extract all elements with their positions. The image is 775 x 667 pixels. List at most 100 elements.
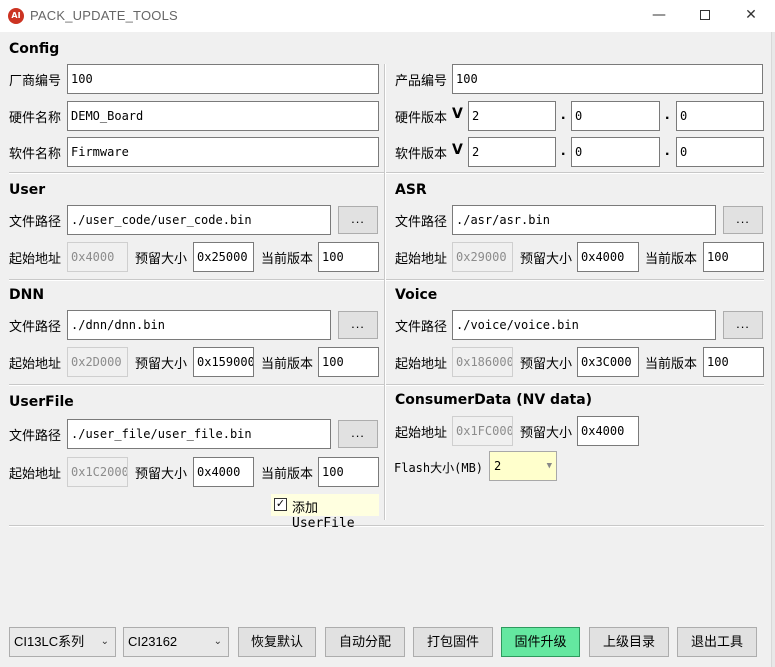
- window-title: PACK_UPDATE_TOOLS: [30, 8, 178, 23]
- hw-ver-dot-2: .: [665, 106, 670, 123]
- userfile-reserve-input[interactable]: 0x4000: [193, 457, 254, 487]
- chip-select[interactable]: CI23162 ⌄: [123, 627, 229, 657]
- consumer-reserve-label: 预留大小: [520, 425, 573, 440]
- minimize-button[interactable]: —: [636, 0, 682, 32]
- vertical-separator: [384, 64, 386, 520]
- hw-name-input[interactable]: DEMO_Board: [67, 101, 379, 131]
- user-path-input[interactable]: ./user_code/user_code.bin: [67, 205, 331, 235]
- sw-name-label: 软件名称: [9, 146, 62, 161]
- separator: [9, 279, 764, 281]
- chevron-down-icon: ⌄: [213, 636, 222, 647]
- user-start-input: 0x4000: [67, 242, 128, 272]
- separator: [9, 172, 764, 174]
- user-heading: User: [9, 182, 46, 198]
- sw-name-input[interactable]: Firmware: [67, 137, 379, 167]
- voice-start-input: 0x186000: [452, 347, 513, 377]
- asr-start-label: 起始地址: [395, 251, 448, 266]
- userfile-ver-input[interactable]: 100: [318, 457, 379, 487]
- sw-ver-minor-input[interactable]: 0: [571, 137, 660, 167]
- hw-name-label: 硬件名称: [9, 110, 62, 125]
- asr-browse-button[interactable]: ...: [723, 206, 763, 234]
- asr-start-input: 0x29000: [452, 242, 513, 272]
- sw-ver-dot-2: .: [665, 142, 670, 159]
- voice-reserve-input[interactable]: 0x3C000: [577, 347, 639, 377]
- add-userfile-checkbox[interactable]: ✓ 添加UserFile: [271, 494, 379, 531]
- chip-select-value: CI23162: [128, 634, 178, 649]
- voice-heading: Voice: [395, 287, 438, 303]
- voice-path-input[interactable]: ./voice/voice.bin: [452, 310, 716, 340]
- asr-ver-label: 当前版本: [645, 251, 698, 266]
- hw-ver-dot-1: .: [561, 106, 566, 123]
- separator: [9, 384, 764, 386]
- sw-ver-patch-input[interactable]: 0: [676, 137, 764, 167]
- flash-size-select[interactable]: 2 ▼: [489, 451, 557, 481]
- userfile-reserve-label: 预留大小: [135, 466, 188, 481]
- vendor-label: 厂商编号: [9, 73, 62, 88]
- asr-ver-input[interactable]: 100: [703, 242, 764, 272]
- product-label: 产品编号: [395, 73, 448, 88]
- parent-directory-button[interactable]: 上级目录: [589, 627, 669, 657]
- userfile-path-input[interactable]: ./user_file/user_file.bin: [67, 419, 331, 449]
- dnn-reserve-label: 预留大小: [135, 356, 188, 371]
- upgrade-firmware-button[interactable]: 固件升级: [501, 627, 580, 657]
- consumer-start-input: 0x1FC000: [452, 416, 513, 446]
- voice-reserve-label: 预留大小: [520, 356, 573, 371]
- voice-start-label: 起始地址: [395, 356, 448, 371]
- hw-ver-v-mark: V: [452, 106, 463, 122]
- maximize-icon: [700, 10, 710, 20]
- sw-ver-dot-1: .: [561, 142, 566, 159]
- sw-ver-v-mark: V: [452, 142, 463, 158]
- user-ver-input[interactable]: 100: [318, 242, 379, 272]
- user-reserve-input[interactable]: 0x25000: [193, 242, 254, 272]
- voice-ver-label: 当前版本: [645, 356, 698, 371]
- product-input[interactable]: 100: [452, 64, 763, 94]
- series-select[interactable]: CI13LC系列 ⌄: [9, 627, 116, 657]
- dnn-browse-button[interactable]: ...: [338, 311, 378, 339]
- userfile-browse-button[interactable]: ...: [338, 420, 378, 448]
- dnn-start-input: 0x2D000: [67, 347, 128, 377]
- asr-reserve-label: 预留大小: [520, 251, 573, 266]
- dnn-ver-input[interactable]: 100: [318, 347, 379, 377]
- dnn-path-label: 文件路径: [9, 319, 62, 334]
- user-browse-button[interactable]: ...: [338, 206, 378, 234]
- userfile-start-input: 0x1C2000: [67, 457, 128, 487]
- window-edge: [771, 32, 775, 667]
- separator: [9, 525, 764, 527]
- userfile-heading: UserFile: [9, 394, 74, 410]
- maximize-button[interactable]: [682, 0, 728, 32]
- flash-size-value: 2: [494, 459, 502, 473]
- sw-ver-major-input[interactable]: 2: [468, 137, 556, 167]
- hw-ver-minor-input[interactable]: 0: [571, 101, 660, 131]
- dnn-start-label: 起始地址: [9, 356, 62, 371]
- consumer-reserve-input[interactable]: 0x4000: [577, 416, 639, 446]
- pack-firmware-button[interactable]: 打包固件: [413, 627, 493, 657]
- user-ver-label: 当前版本: [261, 251, 314, 266]
- asr-reserve-input[interactable]: 0x4000: [577, 242, 639, 272]
- asr-path-label: 文件路径: [395, 214, 448, 229]
- add-userfile-label: 添加UserFile: [292, 501, 355, 531]
- config-heading: Config: [9, 41, 60, 57]
- consumer-heading: ConsumerData (NV data): [395, 392, 593, 408]
- voice-ver-input[interactable]: 100: [703, 347, 764, 377]
- dnn-path-input[interactable]: ./dnn/dnn.bin: [67, 310, 331, 340]
- vendor-input[interactable]: 100: [67, 64, 379, 94]
- dnn-reserve-input[interactable]: 0x159000: [193, 347, 254, 377]
- series-select-value: CI13LC系列: [14, 634, 85, 649]
- exit-tool-button[interactable]: 退出工具: [677, 627, 757, 657]
- restore-default-button[interactable]: 恢复默认: [238, 627, 316, 657]
- checkbox-check-icon[interactable]: ✓: [274, 498, 287, 511]
- chevron-down-icon: ▼: [546, 461, 552, 471]
- voice-path-label: 文件路径: [395, 319, 448, 334]
- auto-allocate-button[interactable]: 自动分配: [325, 627, 405, 657]
- user-start-label: 起始地址: [9, 251, 62, 266]
- dnn-ver-label: 当前版本: [261, 356, 314, 371]
- hw-ver-patch-input[interactable]: 0: [676, 101, 764, 131]
- flash-size-label: Flash大小(MB): [394, 461, 484, 475]
- asr-heading: ASR: [395, 182, 427, 198]
- user-reserve-label: 预留大小: [135, 251, 188, 266]
- voice-browse-button[interactable]: ...: [723, 311, 763, 339]
- user-path-label: 文件路径: [9, 214, 62, 229]
- asr-path-input[interactable]: ./asr/asr.bin: [452, 205, 716, 235]
- hw-ver-major-input[interactable]: 2: [468, 101, 556, 131]
- close-button[interactable]: ✕: [728, 0, 774, 32]
